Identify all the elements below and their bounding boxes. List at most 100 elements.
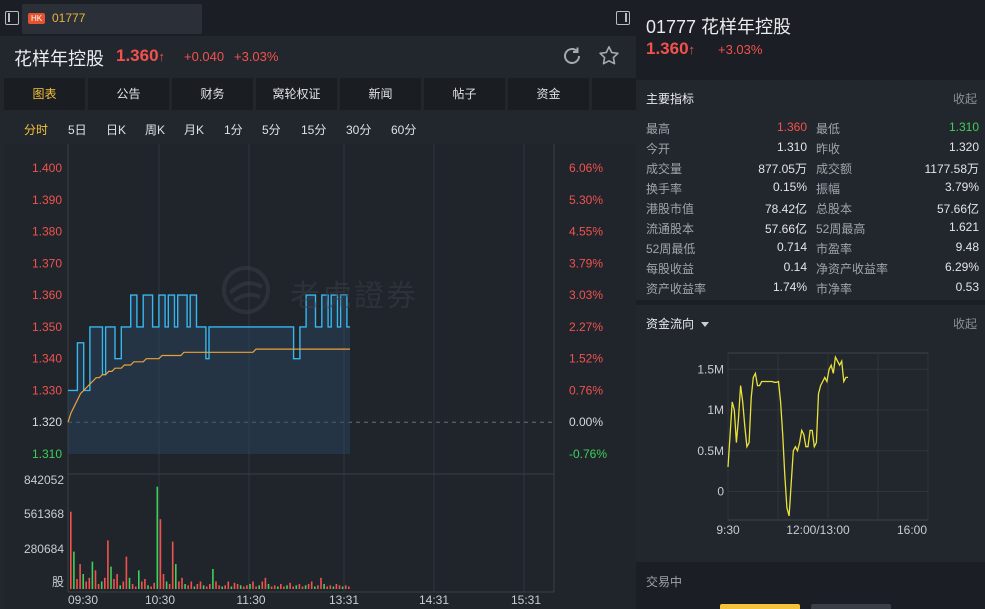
- flow-x-label: 12:00/13:00: [786, 523, 850, 537]
- volume-bar: [332, 586, 335, 589]
- volume-bar: [261, 581, 264, 589]
- tab-announcements[interactable]: 公告: [88, 78, 169, 110]
- volume-bar: [246, 585, 248, 589]
- indicator-label: 流通股本: [646, 222, 695, 236]
- stock-name: 花样年控股: [14, 49, 104, 69]
- market-badge: HK: [28, 13, 45, 24]
- key-indicators-section: 主要指标 收起 最高 1.360 最低 1.310 今开 1.310 昨收 1.320 成交量 8…: [636, 80, 985, 300]
- tab-bar: HK 01777: [0, 0, 636, 36]
- tab-capital[interactable]: 资金: [508, 78, 589, 110]
- pct-axis-label: 1.52%: [569, 352, 603, 366]
- period-daily[interactable]: 日K: [106, 121, 126, 138]
- period-intraday[interactable]: 分时: [24, 121, 48, 138]
- tab-chart[interactable]: 图表: [4, 78, 85, 110]
- volume-bar: [227, 581, 230, 589]
- period-weekly[interactable]: 周K: [145, 121, 165, 138]
- indicator-row: 成交量 877.05万 成交额 1177.58万: [636, 157, 985, 177]
- sidebar-toggle-icon[interactable]: [5, 11, 19, 25]
- volume-bar: [258, 585, 260, 589]
- volume-axis-label: 280684: [24, 542, 64, 556]
- volume-bar: [310, 581, 313, 589]
- period-5d[interactable]: 5日: [68, 121, 87, 138]
- favorite-star-icon[interactable]: [597, 44, 621, 68]
- detail-menu: 图表 公告 财务 窝轮权证 新闻 帖子 资金: [4, 78, 636, 110]
- period-60min[interactable]: 60分: [391, 121, 416, 138]
- pct-axis-label: 2.27%: [569, 320, 603, 334]
- volume-bar: [335, 584, 338, 589]
- volume-bar: [215, 581, 217, 589]
- period-15min[interactable]: 15分: [301, 121, 326, 138]
- trading-status: 交易中: [646, 575, 683, 589]
- flow-x-label: 9:30: [716, 523, 740, 537]
- volume-bar: [100, 581, 103, 589]
- tab-posts[interactable]: 帖子: [424, 78, 505, 110]
- volume-bar: [85, 581, 87, 589]
- volume-axis-label: 561368: [24, 507, 64, 521]
- price-axis-label: 1.360: [32, 288, 62, 302]
- volume-bar: [79, 564, 81, 589]
- price-axis-label: 1.310: [32, 447, 62, 461]
- capital-flow-title[interactable]: 资金流向: [646, 315, 710, 332]
- volume-bar: [128, 577, 131, 589]
- price-axis-label: 1.370: [32, 256, 62, 270]
- bottom-action-bar-secondary[interactable]: [811, 604, 891, 609]
- volume-bar: [184, 584, 186, 589]
- right-panel-toggle-icon[interactable]: [616, 11, 630, 25]
- indicator-label: 最高: [646, 122, 671, 136]
- volume-bar: [326, 586, 328, 589]
- period-30min[interactable]: 30分: [346, 121, 371, 138]
- indicator-value: 0.53: [955, 280, 979, 294]
- volume-bar: [70, 511, 72, 589]
- flow-x-label: 16:00: [897, 523, 927, 537]
- period-monthly[interactable]: 月K: [184, 121, 204, 138]
- intraday-chart-svg: 1.400 1.390 1.380 1.370 1.360 1.350 1.340 1.330…: [24, 144, 607, 607]
- time-axis-label: 13:31: [329, 593, 359, 607]
- volume-bar: [113, 579, 115, 589]
- dropdown-caret-icon: [701, 322, 710, 328]
- volume-bar: [233, 582, 236, 589]
- indicator-value: 3.79%: [944, 180, 979, 194]
- bottom-action-bar[interactable]: [720, 604, 800, 609]
- volume-bar: [181, 577, 183, 589]
- volume-bar: [301, 586, 304, 589]
- volume-bar: [175, 564, 177, 589]
- summary-price-value: 1.360: [646, 39, 689, 58]
- refresh-icon[interactable]: [560, 44, 584, 68]
- indicator-value: 1177.58万: [924, 162, 980, 176]
- capital-flow-section: 资金流向 收起 1.5M 1M 0.5M 0 9:30 12:00/13:00 16:00: [636, 305, 985, 562]
- tab-news[interactable]: 新闻: [340, 78, 421, 110]
- menu-filler: [592, 78, 636, 110]
- volume-bar: [125, 556, 128, 589]
- indicator-value: 78.42亿: [764, 202, 807, 216]
- quote-panel: HK 01777 花样年控股 1.360↑ +0.040 +3.03% 图表 公…: [0, 0, 636, 609]
- volume-bar: [122, 581, 125, 589]
- indicator-value: 0.15%: [772, 180, 807, 194]
- indicator-label: 昨收: [816, 142, 841, 156]
- pct-axis-label: 6.06%: [569, 161, 603, 175]
- indicator-value: 1.310: [776, 140, 807, 154]
- volume-bar: [338, 585, 341, 589]
- collapse-flow-button[interactable]: 收起: [953, 315, 977, 332]
- volume-bar: [168, 584, 171, 589]
- tab-warrants[interactable]: 窝轮权证: [256, 78, 337, 110]
- time-axis-label: 10:30: [145, 593, 175, 607]
- period-1min[interactable]: 1分: [224, 121, 243, 138]
- volume-bar: [344, 585, 347, 589]
- indicator-label: 今开: [646, 142, 671, 156]
- volume-bar: [193, 586, 196, 589]
- volume-bar: [239, 585, 242, 589]
- volume-bar: [283, 586, 285, 589]
- summary-price-arrow: ↑: [688, 42, 696, 57]
- collapse-indicators-button[interactable]: 收起: [953, 90, 977, 107]
- volume-bar: [107, 540, 109, 589]
- period-5min[interactable]: 5分: [262, 121, 281, 138]
- stock-tab[interactable]: HK 01777: [22, 4, 202, 34]
- tab-stock-code: 01777: [52, 11, 86, 25]
- volume-bar: [187, 585, 189, 589]
- intraday-chart[interactable]: 1.400 1.390 1.380 1.370 1.360 1.350 1.340 1.330…: [4, 144, 636, 609]
- tab-financials[interactable]: 财务: [172, 78, 253, 110]
- volume-bar: [255, 586, 257, 589]
- watermark: 老虎證券: [220, 265, 430, 315]
- indicator-value: 0.714: [776, 240, 807, 254]
- volume-bar: [270, 586, 273, 589]
